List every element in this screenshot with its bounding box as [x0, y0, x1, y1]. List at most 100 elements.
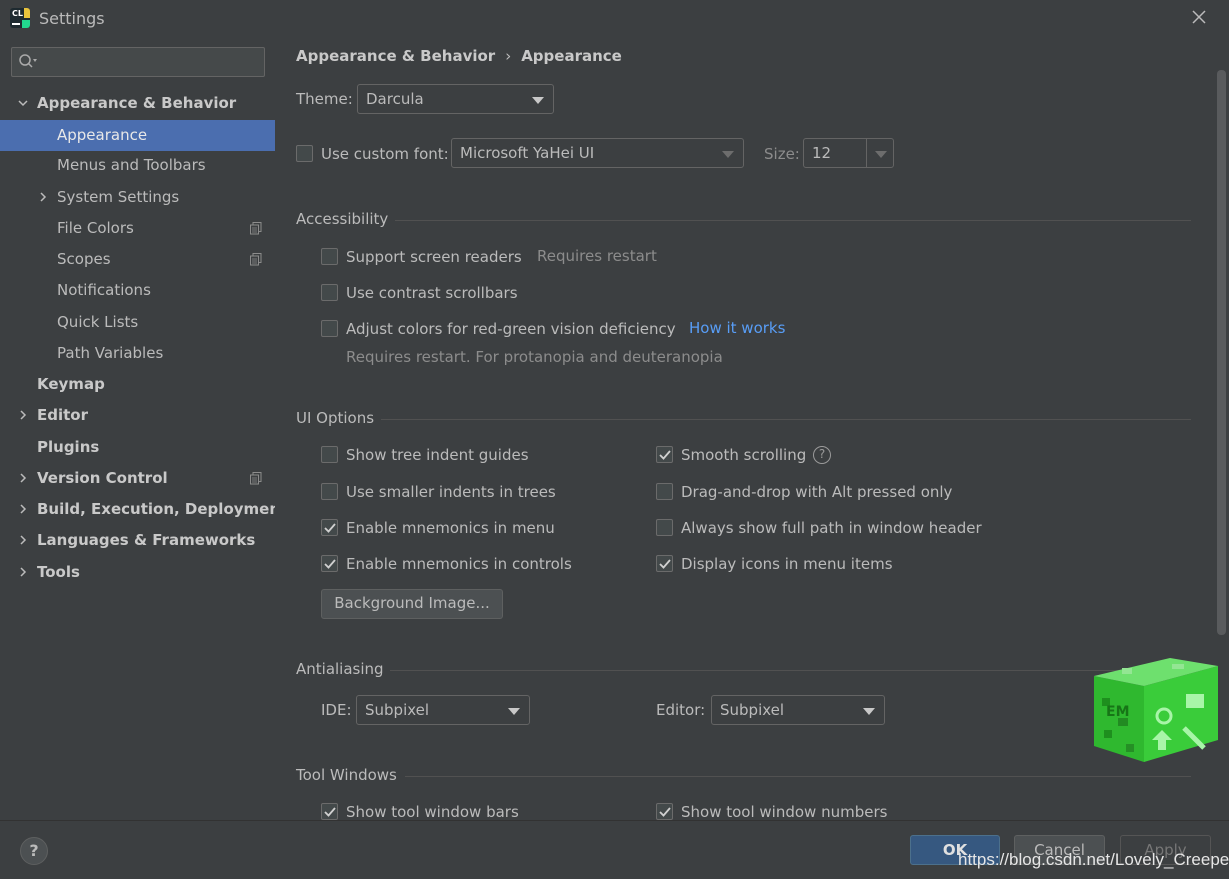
mnemonics-menu-checkbox[interactable]	[321, 519, 338, 536]
font-dropdown[interactable]: Microsoft YaHei UI	[451, 138, 744, 168]
checkmark-icon	[659, 559, 671, 569]
scrollbar-thumb[interactable]	[1217, 70, 1226, 635]
sidebar-item-tools[interactable]: Tools	[0, 557, 275, 588]
chevron-right-icon	[20, 504, 27, 514]
background-image-button[interactable]: Background Image...	[321, 589, 503, 619]
section-divider	[395, 220, 1191, 221]
chevron-down-icon	[18, 100, 28, 107]
sidebar-item-label: Quick Lists	[57, 313, 139, 331]
chevron-right-icon	[20, 410, 27, 420]
section-divider	[405, 776, 1191, 777]
tool-window-bars-checkbox[interactable]	[321, 803, 338, 820]
sidebar-item-label: Build, Execution, Deployment	[37, 500, 288, 518]
dropdown-arrow-icon	[508, 708, 520, 715]
sidebar-item-label: Path Variables	[57, 344, 164, 362]
help-button[interactable]: ?	[20, 837, 48, 865]
sidebar-item-label: Plugins	[37, 438, 100, 456]
breadcrumb-separator: ›	[505, 47, 512, 65]
breadcrumb-parent[interactable]: Appearance & Behavior	[296, 47, 495, 65]
help-icon[interactable]: ?	[813, 446, 831, 464]
sidebar-item-label: Menus and Toolbars	[57, 156, 206, 174]
smooth-scrolling-label: Smooth scrolling	[681, 446, 807, 464]
watermark-text: https://blog.csdn.net/Lovely_Creeper	[958, 850, 1229, 869]
search-icon	[19, 54, 37, 68]
smaller-indents-checkbox[interactable]	[321, 483, 338, 500]
checkmark-icon	[659, 450, 671, 460]
theme-dropdown[interactable]: Darcula	[357, 84, 554, 114]
font-size-combo[interactable]: 12	[803, 138, 894, 168]
editor-antialiasing-label: Editor:	[656, 701, 706, 719]
drag-drop-alt-label: Drag-and-drop with Alt pressed only	[681, 483, 953, 501]
ide-antialiasing-label: IDE:	[321, 701, 352, 719]
font-value: Microsoft YaHei UI	[460, 144, 595, 162]
custom-font-label: Use custom font:	[321, 145, 449, 163]
sidebar-item-languages-frameworks[interactable]: Languages & Frameworks	[0, 525, 275, 556]
smaller-indents-label: Use smaller indents in trees	[346, 483, 556, 501]
sidebar-item-keymap[interactable]: Keymap	[0, 369, 275, 400]
mnemonics-menu-label: Enable mnemonics in menu	[346, 519, 555, 537]
window-title: Settings	[39, 9, 105, 28]
dropdown-arrow-icon	[863, 708, 875, 715]
clion-app-icon: CL	[10, 8, 30, 28]
svg-text:EM: EM	[1106, 704, 1130, 720]
font-size-value: 12	[812, 144, 832, 162]
menu-icons-checkbox[interactable]	[656, 555, 673, 572]
contrast-scrollbars-checkbox[interactable]	[321, 284, 338, 301]
chevron-right-icon	[20, 473, 27, 483]
ide-antialiasing-value: Subpixel	[365, 701, 430, 719]
sidebar-item-build-execution-deployment[interactable]: Build, Execution, Deployment	[0, 494, 287, 525]
sidebar-item-version-control[interactable]: Version Control	[0, 463, 275, 494]
editor-antialiasing-dropdown[interactable]: Subpixel	[711, 695, 885, 725]
dropdown-arrow-icon	[532, 97, 544, 104]
contrast-scrollbars-label: Use contrast scrollbars	[346, 284, 518, 302]
smooth-scrolling-checkbox[interactable]	[656, 446, 673, 463]
mnemonics-controls-checkbox[interactable]	[321, 555, 338, 572]
checkmark-icon	[324, 559, 336, 569]
breadcrumb-current: Appearance	[521, 47, 622, 65]
sidebar-item-scopes[interactable]: Scopes	[0, 244, 275, 275]
tool-windows-header: Tool Windows	[296, 766, 397, 784]
project-level-icon	[250, 472, 262, 485]
menu-icons-label: Display icons in menu items	[681, 555, 893, 573]
sidebar-item-editor[interactable]: Editor	[0, 400, 275, 431]
ide-antialiasing-dropdown[interactable]: Subpixel	[356, 695, 530, 725]
theme-label: Theme:	[296, 90, 353, 108]
screen-readers-checkbox[interactable]	[321, 248, 338, 265]
full-path-header-checkbox[interactable]	[656, 519, 673, 536]
color-deficiency-checkbox[interactable]	[321, 320, 338, 337]
how-it-works-link[interactable]: How it works	[689, 319, 785, 337]
project-level-icon	[250, 222, 262, 235]
search-input[interactable]	[11, 47, 265, 77]
sidebar-item-menus-toolbars[interactable]: Menus and Toolbars	[0, 150, 275, 181]
chevron-right-icon	[20, 535, 27, 545]
checkmark-icon	[324, 523, 336, 533]
section-divider	[390, 670, 1191, 671]
close-icon[interactable]	[1190, 8, 1208, 26]
sidebar-item-plugins[interactable]: Plugins	[0, 432, 275, 463]
tool-window-numbers-label: Show tool window numbers	[681, 803, 888, 820]
color-deficiency-hint: Requires restart. For protanopia and deu…	[346, 348, 723, 366]
sidebar-item-notifications[interactable]: Notifications	[0, 275, 275, 306]
ui-options-header: UI Options	[296, 409, 375, 427]
tree-indent-guides-checkbox[interactable]	[321, 446, 338, 463]
section-divider	[381, 419, 1191, 420]
sidebar-item-path-variables[interactable]: Path Variables	[0, 338, 275, 369]
sidebar-item-label: Editor	[37, 406, 88, 424]
checkmark-icon	[324, 807, 336, 817]
sidebar-item-quick-lists[interactable]: Quick Lists	[0, 307, 275, 338]
sidebar-item-file-colors[interactable]: File Colors	[0, 213, 275, 244]
accessibility-header: Accessibility	[296, 210, 389, 228]
settings-sidebar: Appearance & Behavior Appearance Menus a…	[0, 36, 287, 820]
tool-window-numbers-checkbox[interactable]	[656, 803, 673, 820]
screen-readers-label: Support screen readers	[346, 248, 522, 266]
sidebar-item-appearance[interactable]: Appearance	[0, 120, 275, 151]
mnemonics-controls-label: Enable mnemonics in controls	[346, 555, 572, 573]
custom-font-checkbox[interactable]	[296, 145, 313, 162]
sidebar-item-appearance-behavior[interactable]: Appearance & Behavior	[0, 88, 275, 119]
sidebar-item-label: Version Control	[37, 469, 168, 487]
dropdown-arrow-icon	[722, 151, 734, 158]
drag-drop-alt-checkbox[interactable]	[656, 483, 673, 500]
chevron-right-icon	[20, 567, 27, 577]
sidebar-item-system-settings[interactable]: System Settings	[0, 182, 275, 213]
tool-window-bars-label: Show tool window bars	[346, 803, 519, 820]
